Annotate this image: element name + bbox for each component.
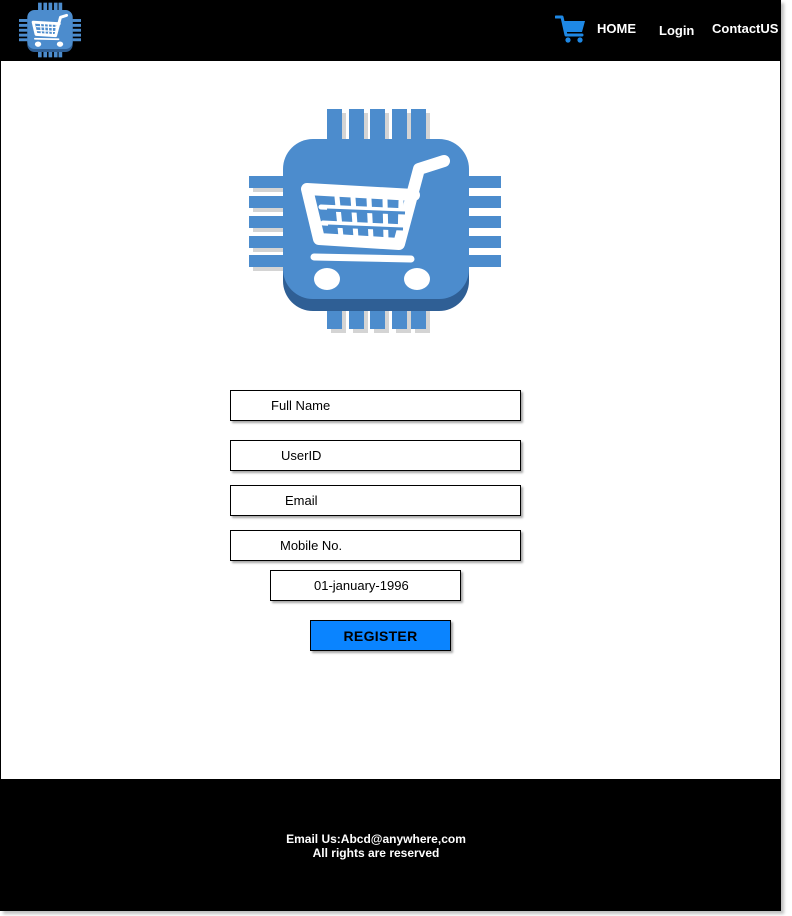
shopping-cart-icon[interactable] [555, 14, 587, 44]
full-name-placeholder: Full Name [271, 398, 331, 413]
chip-cart-logo-icon[interactable] [19, 0, 81, 60]
top-navbar: HOME Login ContactUS [0, 0, 781, 61]
mobile-placeholder: Mobile No. [280, 538, 343, 553]
nav-home-link[interactable]: HOME [597, 21, 636, 36]
page-frame: HOME Login ContactUS Full Name UserID Em… [0, 0, 781, 911]
mobile-field[interactable]: Mobile No. [230, 530, 521, 561]
chip-cart-logo-icon [249, 109, 501, 333]
userid-placeholder: UserID [281, 448, 322, 463]
nav-login-link[interactable]: Login [659, 23, 694, 38]
dob-value: 01-january-1996 [314, 578, 409, 593]
footer-rights: All rights are reserved [312, 846, 440, 860]
footer: Email Us:Abcd@anywhere,com All rights ar… [0, 779, 781, 911]
userid-field[interactable]: UserID [230, 440, 521, 471]
full-name-field[interactable]: Full Name [230, 390, 521, 421]
nav-contact-link[interactable]: ContactUS [712, 21, 778, 36]
footer-email: Email Us:Abcd@anywhere,com [286, 832, 466, 846]
email-field[interactable]: Email [230, 485, 521, 516]
dob-field[interactable]: 01-january-1996 [270, 570, 461, 601]
register-button[interactable]: REGISTER [310, 620, 451, 651]
email-placeholder: Email [285, 493, 318, 508]
